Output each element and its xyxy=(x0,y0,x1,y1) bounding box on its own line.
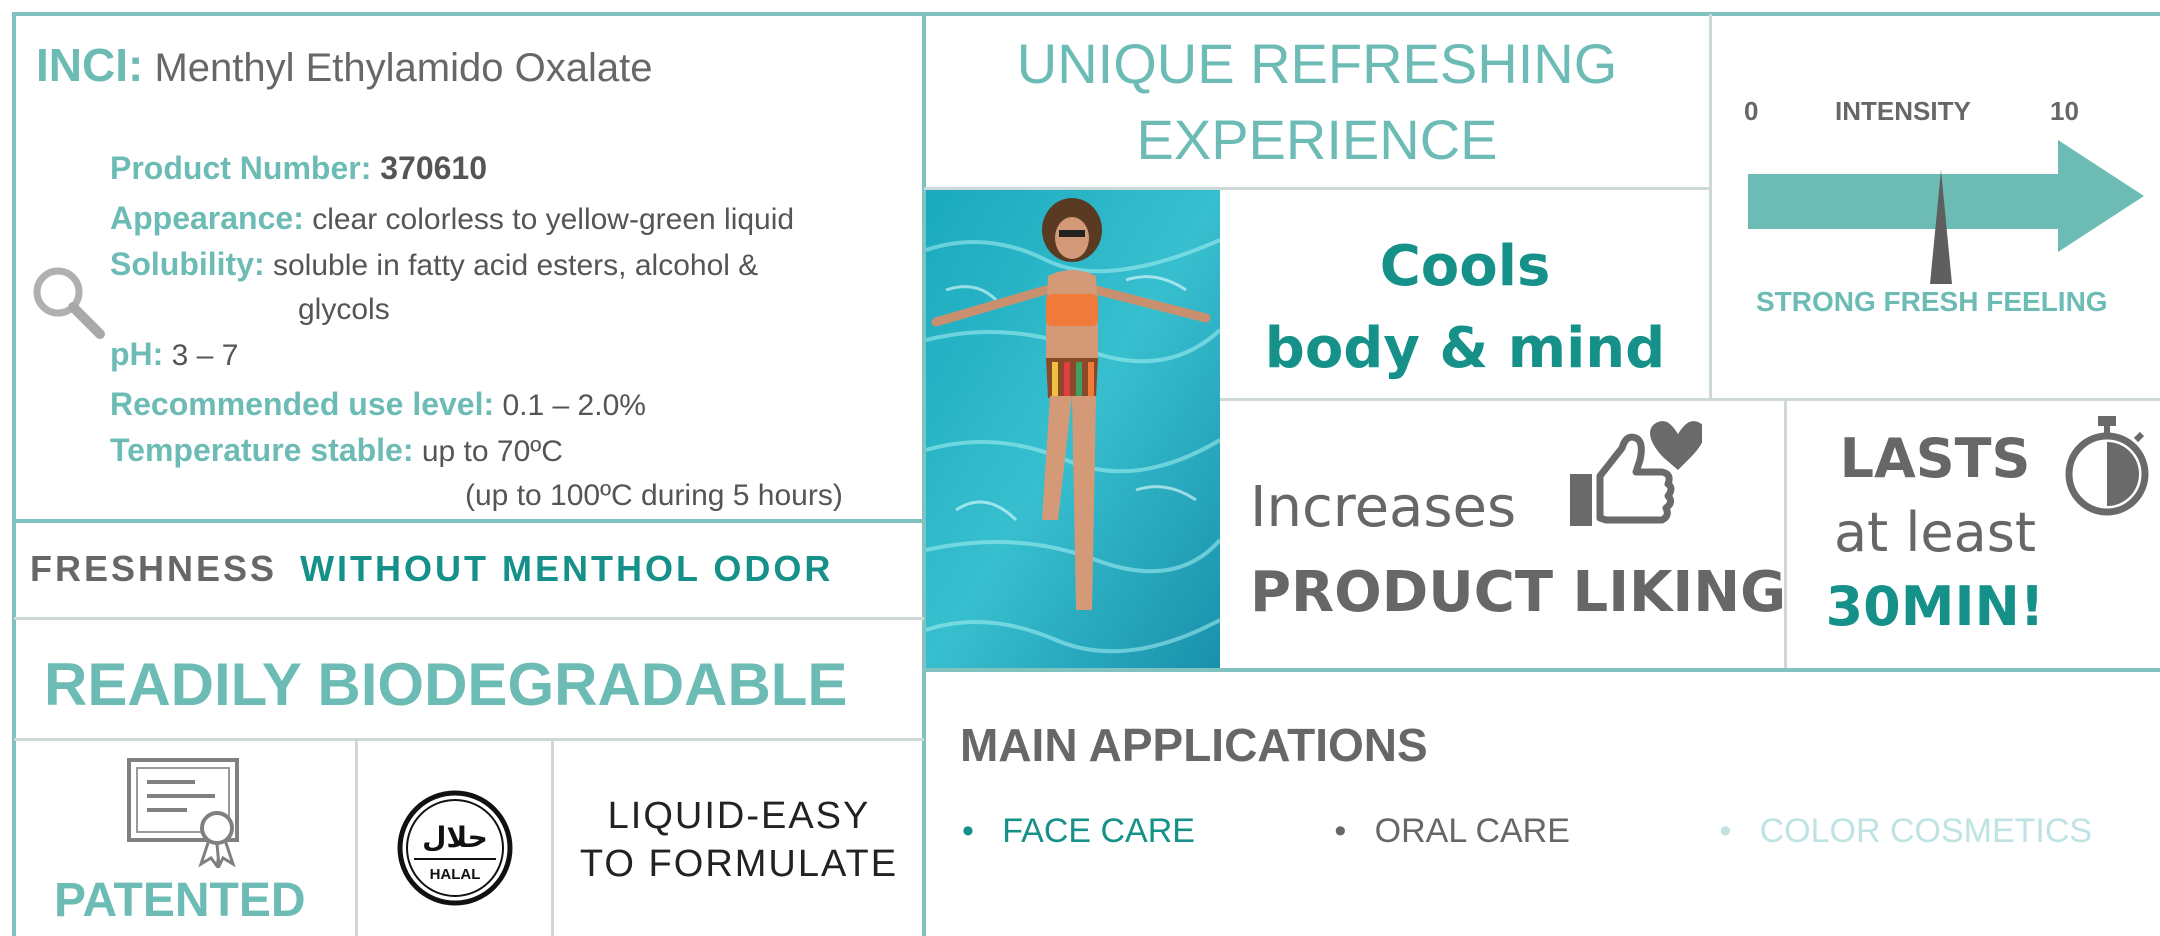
halal-icon: حلال HALAL xyxy=(397,790,513,906)
inci-line: INCI: Menthyl Ethylamido Oxalate xyxy=(36,38,652,92)
spec-solubility-cont: glycols xyxy=(298,293,390,326)
spec-product-number: Product Number: 370610 xyxy=(110,150,488,186)
headline: UNIQUE REFRESHING EXPERIENCE xyxy=(1016,32,1618,171)
application-color-cosmetics: • COLOR COSMETICS xyxy=(1719,812,2093,850)
halal-arabic: حلال xyxy=(422,821,488,854)
applications-list: • FACE CARE • ORAL CARE • COLOR COSMETIC… xyxy=(962,812,2114,851)
intensity-arrow xyxy=(1748,140,2144,284)
spec-use-level: Recommended use level: 0.1 – 2.0% xyxy=(110,386,646,422)
liquid-easy: LIQUID-EASY TO FORMULATE xyxy=(579,795,899,885)
divider-bottom-a xyxy=(355,740,358,936)
magnifier-icon xyxy=(33,267,105,339)
divider-bottom-b xyxy=(551,740,554,936)
biodegradable-title: READILY BIODEGRADABLE xyxy=(44,651,848,718)
divider-lasts xyxy=(1784,400,1787,670)
spec-temperature-cont: (up to 100ºC during 5 hours) xyxy=(465,479,843,512)
freshness-line: FRESHNESS WITHOUT MENTHOL ODOR xyxy=(30,548,834,589)
infographic: INCI: Menthyl Ethylamido Oxalate Product… xyxy=(0,0,2160,936)
intensity-caption: STRONG FRESH FEELING xyxy=(1756,286,2108,317)
divider-applications xyxy=(924,668,2160,672)
inci-label: INCI: xyxy=(36,39,144,91)
specs-list: Product Number: 370610 Appearance: clear… xyxy=(110,146,843,518)
intensity-label: INTENSITY xyxy=(1835,96,1971,126)
patented-label: PATENTED xyxy=(54,874,306,927)
inci-value: Menthyl Ethylamido Oxalate xyxy=(154,46,653,90)
divider-left-1 xyxy=(14,519,924,523)
divider-mid xyxy=(1220,398,2160,401)
spec-temperature: Temperature stable: up to 70ºC xyxy=(110,432,563,468)
intensity-min: 0 xyxy=(1744,96,1759,126)
intensity-max: 10 xyxy=(2050,96,2079,126)
spec-solubility: Solubility: soluble in fatty acid esters… xyxy=(110,246,759,282)
divider-left-2 xyxy=(14,617,924,620)
liking-line2: PRODUCT LIKING xyxy=(1250,560,1787,625)
lasts-text: LASTS at least 30MIN! xyxy=(1825,427,2045,638)
application-face-care: • FACE CARE xyxy=(962,812,1195,850)
certificate-icon xyxy=(127,758,239,868)
applications-title: MAIN APPLICATIONS xyxy=(960,719,1428,771)
liking-line1: Increases xyxy=(1250,475,1517,540)
border-left xyxy=(12,12,16,936)
halal-latin: HALAL xyxy=(430,866,481,883)
stopwatch-icon xyxy=(2065,416,2149,516)
thumbs-up-heart-icon xyxy=(1570,421,1702,526)
cools-text: Cools body & mind xyxy=(1264,234,1666,381)
application-oral-care: • ORAL CARE xyxy=(1334,812,1570,850)
pool-photo xyxy=(926,190,1220,668)
spec-ph: pH: 3 – 7 xyxy=(110,336,239,372)
divider-left-3 xyxy=(14,738,924,741)
border-top xyxy=(14,12,2160,16)
spec-appearance: Appearance: clear colorless to yellow-gr… xyxy=(110,200,795,236)
divider-intensity xyxy=(1709,14,1712,399)
